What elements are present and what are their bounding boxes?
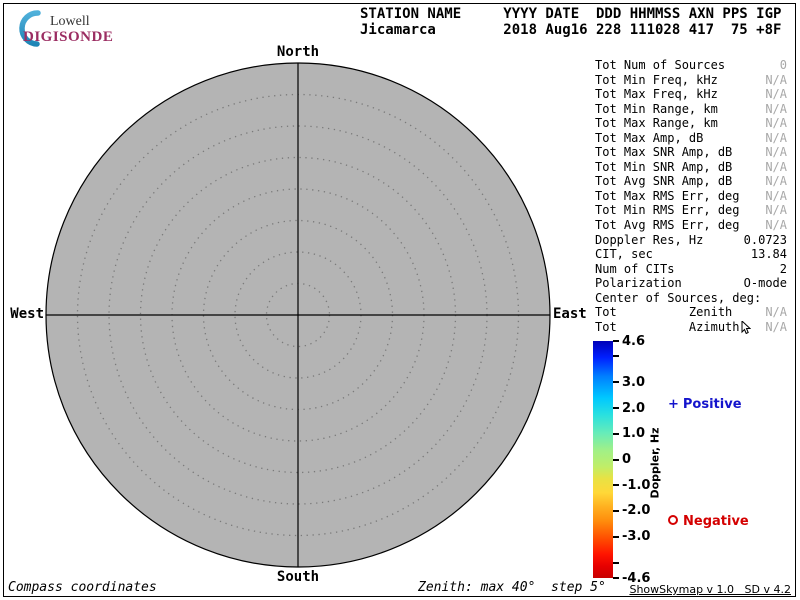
stat-value: N/A <box>765 203 787 218</box>
version-label: ShowSkymap v 1.0 SD v 4.2 <box>629 583 791 596</box>
stat-label: Tot Zenith <box>595 305 732 320</box>
colorbar-tick <box>613 536 619 538</box>
stat-label: Tot Avg RMS Err, deg <box>595 218 740 233</box>
stat-value: N/A <box>765 102 787 117</box>
coordinates-mode-label: Compass coordinates <box>8 580 157 595</box>
colorbar-tick-label: -1.0 <box>622 479 650 492</box>
lowell-digisonde-logo: Lowell DIGISONDE <box>10 7 130 49</box>
colorbar-tick-label: 2.0 <box>622 402 645 415</box>
stat-value: N/A <box>765 320 787 335</box>
stat-value: N/A <box>765 160 787 175</box>
colorbar-tick-label: 4.6 <box>622 335 645 348</box>
stat-label: Polarization <box>595 276 682 291</box>
stat-label: Tot Max RMS Err, deg <box>595 189 740 204</box>
colorbar-tick <box>613 459 619 461</box>
stat-label: Tot Azimuth <box>595 320 740 335</box>
stat-row: Tot Avg RMS Err, deg N/A <box>595 218 787 233</box>
colorbar-tick <box>613 381 619 383</box>
stat-value: N/A <box>765 73 787 88</box>
legend-negative: Negative <box>668 514 749 529</box>
header-station-values: Jicamarca 2018 Aug16 228 111028 417 75 +… <box>360 22 781 38</box>
negative-marker-icon <box>668 515 678 525</box>
stat-row: Tot Min Freq, kHz N/A <box>595 73 787 88</box>
header-column-titles: STATION NAME YYYY DATE DDD HHMMSS AXN PP… <box>360 6 781 22</box>
colorbar-tick <box>613 562 619 564</box>
stat-row: Tot Min RMS Err, deg N/A <box>595 203 787 218</box>
colorbar-tick <box>613 484 619 486</box>
showskymap-window: Lowell DIGISONDE STATION NAME YYYY DATE … <box>0 0 800 600</box>
stat-row: Doppler Res, Hz 0.0723 <box>595 233 787 248</box>
compass-label-south: South <box>268 569 328 585</box>
colorbar-axis-label: Doppler, Hz <box>649 427 662 498</box>
colorbar-tick <box>613 510 619 512</box>
stat-row: Tot Max Amp, dB N/A <box>595 131 787 146</box>
positive-marker-icon: + <box>668 397 679 412</box>
colorbar-tick-label: 1.0 <box>622 427 645 440</box>
stat-row: Tot Max Freq, kHz N/A <box>595 87 787 102</box>
zenith-range-label: Zenith: max 40° step 5° <box>418 580 606 595</box>
doppler-colorbar <box>593 341 613 578</box>
stat-label: Tot Min Freq, kHz <box>595 73 718 88</box>
stat-label: Tot Min SNR Amp, dB <box>595 160 732 175</box>
colorbar-tick <box>613 355 619 357</box>
stat-row: CIT, sec 13.84 <box>595 247 787 262</box>
stat-row: Polarization O-mode <box>595 276 787 291</box>
stat-row: Tot Max SNR Amp, dB N/A <box>595 145 787 160</box>
stat-value: N/A <box>765 189 787 204</box>
stat-label: Tot Max Range, km <box>595 116 718 131</box>
stat-label: Tot Max Amp, dB <box>595 131 703 146</box>
stat-row: Tot Min SNR Amp, dB N/A <box>595 160 787 175</box>
colorbar-tick-label: 0 <box>622 453 631 466</box>
colorbar-tick <box>613 340 619 342</box>
stat-value: 13.84 <box>751 247 787 262</box>
stat-label: Tot Max Freq, kHz <box>595 87 718 102</box>
stat-row: Tot Avg SNR Amp, dB N/A <box>595 174 787 189</box>
stat-row: Tot Azimuth N/A <box>595 320 787 335</box>
colorbar-tick-label: 3.0 <box>622 376 645 389</box>
stat-label: Tot Min Range, km <box>595 102 718 117</box>
statistics-panel: Tot Num of Sources0Tot Min Freq, kHzN/AT… <box>595 58 787 334</box>
stat-value: N/A <box>765 87 787 102</box>
stat-value: 0 <box>780 58 787 73</box>
stat-value: N/A <box>765 116 787 131</box>
stat-label: Tot Num of Sources <box>595 58 725 73</box>
colorbar-tick-label: -3.0 <box>622 530 650 543</box>
stat-row: Tot Zenith N/A <box>595 305 787 320</box>
stat-value: 0.0723 <box>744 233 787 248</box>
colorbar-tick <box>613 577 619 579</box>
colorbar-tick-label: -2.0 <box>622 504 650 517</box>
stat-value: 2 <box>780 262 787 277</box>
legend-negative-label: Negative <box>683 514 749 529</box>
stat-label: Tot Avg SNR Amp, dB <box>595 174 732 189</box>
legend-positive: + Positive <box>668 397 742 412</box>
stat-row: Tot Max RMS Err, deg N/A <box>595 189 787 204</box>
compass-label-west: West <box>8 306 44 322</box>
stat-value: N/A <box>765 174 787 189</box>
stat-label: Tot Min RMS Err, deg <box>595 203 740 218</box>
compass-label-north: North <box>268 44 328 60</box>
stat-label: Tot Max SNR Amp, dB <box>595 145 732 160</box>
skymap-plot <box>45 62 551 568</box>
logo-digisonde-text: DIGISONDE <box>23 29 113 46</box>
colorbar-tick <box>613 433 619 435</box>
logo-lowell-text: Lowell <box>50 14 90 30</box>
stat-row: Num of CITs 2 <box>595 262 787 277</box>
stat-label: Doppler Res, Hz <box>595 233 703 248</box>
stats-section-header: Center of Sources, deg: <box>595 291 787 306</box>
stat-row: Tot Max Range, km N/A <box>595 116 787 131</box>
colorbar-tick <box>613 407 619 409</box>
legend-positive-label: Positive <box>683 397 742 412</box>
stat-value: N/A <box>765 131 787 146</box>
stat-value: O-mode <box>744 276 787 291</box>
skymap-svg <box>45 62 551 568</box>
stat-value: N/A <box>765 218 787 233</box>
stat-value: N/A <box>765 145 787 160</box>
stat-value: N/A <box>765 305 787 320</box>
mouse-cursor-icon <box>741 321 751 334</box>
stat-row: Tot Num of Sources 0 <box>595 58 787 73</box>
stat-row: Tot Min Range, km N/A <box>595 102 787 117</box>
stat-label: CIT, sec <box>595 247 653 262</box>
stat-label: Num of CITs <box>595 262 674 277</box>
